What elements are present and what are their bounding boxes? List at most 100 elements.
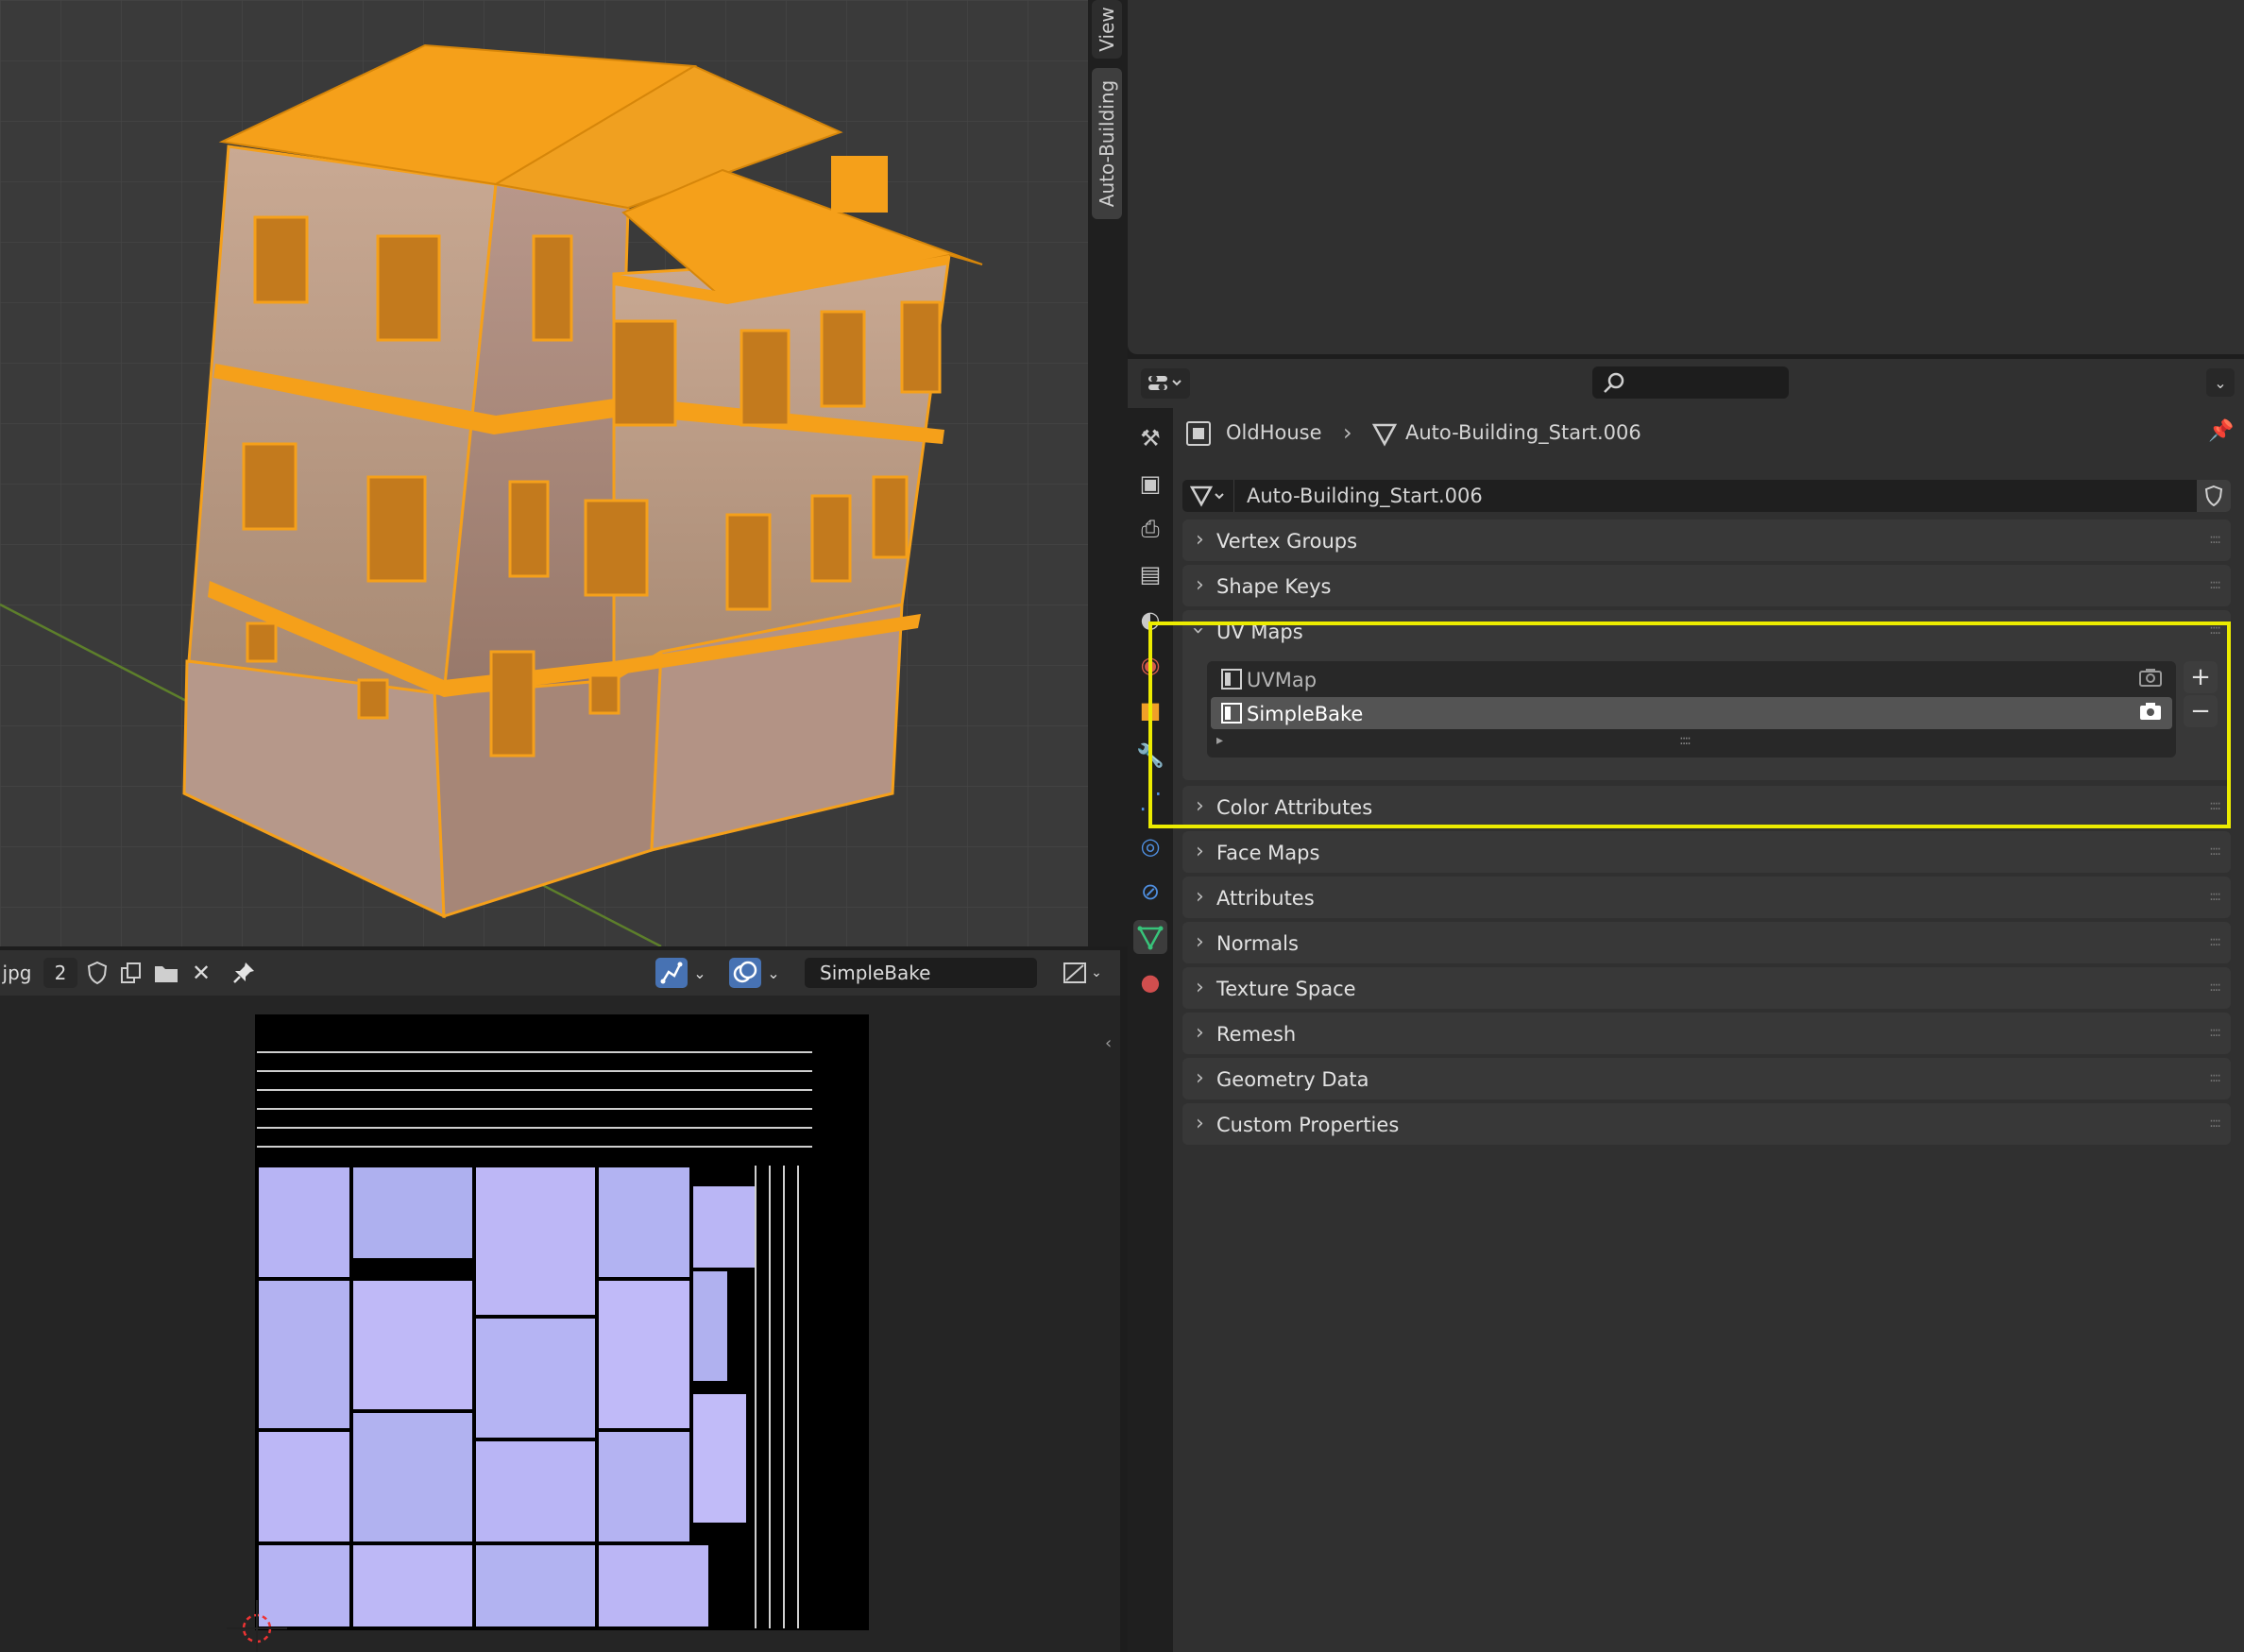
uv-islands	[255, 1164, 759, 1630]
data-icon[interactable]	[1133, 920, 1167, 954]
fake-user-shield-icon[interactable]	[2197, 480, 2231, 512]
drag-handle-icon[interactable]: ::::	[2209, 934, 2221, 949]
outliner-area[interactable]	[1128, 0, 2244, 354]
tab-auto-building[interactable]: Auto-Building	[1092, 68, 1122, 219]
list-filter-toggle[interactable]: ▸	[1216, 733, 1223, 748]
collapse-sidebar-icon[interactable]: ‹	[1105, 1033, 1112, 1053]
camera-icon[interactable]	[2138, 701, 2163, 727]
drag-handle-icon[interactable]: ::::	[2209, 532, 2221, 547]
3d-viewport[interactable]	[0, 0, 1088, 946]
building-model[interactable]	[182, 43, 983, 919]
breadcrumb: OldHouse › Auto-Building_Start.006 📌	[1186, 419, 2234, 450]
tab-view[interactable]: View	[1092, 0, 1122, 59]
uv-editor[interactable]: jpg 2 ✕ ⌄ ⌄ SimpleBake ⌄ ‹	[0, 950, 1120, 1652]
chevron-right-icon: ›	[1196, 573, 1204, 597]
chevron-right-icon: ›	[1196, 976, 1204, 999]
chevron-right-icon: ›	[1196, 1021, 1204, 1045]
chevron-down-icon[interactable]: ⌄	[689, 958, 710, 988]
panel-geometry-data[interactable]: › Geometry Data ::::	[1182, 1058, 2231, 1099]
options-dropdown[interactable]: ⌄	[2206, 368, 2235, 397]
chevron-down-icon[interactable]: ⌄	[763, 958, 784, 988]
panel-remesh[interactable]: › Remesh ::::	[1182, 1013, 2231, 1054]
list-item[interactable]: UVMap	[1211, 663, 2172, 695]
drag-handle-icon[interactable]: ::::	[2209, 889, 2221, 904]
drag-handle-icon[interactable]: ::::	[2209, 622, 2221, 638]
mesh-datablock-name[interactable]: Auto-Building_Start.006	[1247, 485, 1483, 507]
remove-uv-map-button[interactable]: −	[2184, 695, 2218, 727]
drag-handle-icon[interactable]: ::::	[2209, 1025, 2221, 1040]
mesh-browse-icon[interactable]	[1190, 484, 1228, 508]
close-icon[interactable]: ✕	[185, 958, 217, 988]
editor-type-menu[interactable]	[1141, 368, 1190, 399]
properties-editor[interactable]: ⌄ ⚒ ▣ ⎙ ▤ ◐ ◉ ■ 🔧 ⋰ ◎ ⊘ ● OldHouse › Aut…	[1128, 359, 2244, 1652]
view-layer-icon[interactable]: ▤	[1133, 557, 1167, 591]
camera-icon[interactable]	[2138, 667, 2163, 693]
panel-normals[interactable]: › Normals ::::	[1182, 922, 2231, 963]
uv-map-icon	[1220, 668, 1243, 696]
open-folder-icon[interactable]	[149, 958, 183, 988]
mesh-datablock-selector[interactable]: Auto-Building_Start.006	[1182, 480, 2231, 512]
drag-handle-icon[interactable]: ::::	[2209, 979, 2221, 995]
properties-tabs: ⚒ ▣ ⎙ ▤ ◐ ◉ ■ 🔧 ⋰ ◎ ⊘ ●	[1128, 408, 1173, 1652]
scene-icon[interactable]: ◐	[1133, 603, 1167, 637]
world-icon[interactable]: ◉	[1133, 648, 1167, 682]
particles-icon[interactable]: ⋰	[1133, 784, 1167, 818]
uv-map-name[interactable]: SimpleBake	[1247, 703, 1363, 725]
image-users-count[interactable]: 2	[43, 958, 77, 988]
physics-icon[interactable]: ◎	[1133, 829, 1167, 863]
drag-handle-icon[interactable]: ::::	[2209, 1116, 2221, 1131]
chevron-right-icon: ›	[1196, 528, 1204, 552]
drag-handle-icon[interactable]: ::::	[2209, 577, 2221, 592]
uv-map-selector[interactable]: SimpleBake	[805, 958, 1037, 988]
overlay-icon[interactable]	[729, 958, 761, 988]
add-uv-map-button[interactable]: +	[2184, 661, 2218, 693]
mesh-data-icon	[1371, 423, 1398, 447]
render-icon[interactable]: ▣	[1133, 467, 1167, 501]
panel-attributes[interactable]: › Attributes ::::	[1182, 877, 2231, 918]
properties-content: OldHouse › Auto-Building_Start.006 📌 Aut…	[1173, 408, 2244, 1652]
uv-image	[227, 1014, 869, 1652]
chevron-right-icon: ›	[1196, 930, 1204, 954]
uv-map-name[interactable]: UVMap	[1247, 669, 1317, 691]
drag-handle-icon[interactable]: ::::	[2209, 1070, 2221, 1085]
output-icon[interactable]: ⎙	[1133, 512, 1167, 546]
list-item-selected[interactable]: SimpleBake	[1211, 697, 2172, 729]
panel-uv-maps[interactable]: › UV Maps :::: UVMap SimpleBake ▸:::: +…	[1182, 610, 2231, 780]
uv-canvas[interactable]: ‹	[0, 996, 1120, 1652]
list-resize-handle[interactable]: ::::	[1679, 733, 1692, 748]
drag-handle-icon[interactable]: ::::	[2209, 843, 2221, 859]
constraints-icon[interactable]: ⊘	[1133, 875, 1167, 909]
pin-icon[interactable]	[227, 958, 261, 988]
tool-icon[interactable]: ⚒	[1133, 421, 1167, 455]
image-name-field[interactable]: jpg	[0, 958, 34, 988]
material-icon[interactable]: ●	[1133, 965, 1167, 999]
breadcrumb-separator: ›	[1343, 419, 1352, 446]
panel-vertex-groups[interactable]: › Vertex Groups ::::	[1182, 519, 2231, 561]
panel-color-attributes[interactable]: › Color Attributes ::::	[1182, 786, 2231, 827]
drag-handle-icon[interactable]: ::::	[2209, 798, 2221, 813]
chevron-right-icon: ›	[1196, 794, 1204, 818]
panel-face-maps[interactable]: › Face Maps ::::	[1182, 831, 2231, 873]
search-input[interactable]	[1592, 366, 1789, 399]
fake-user-shield-icon[interactable]	[81, 958, 113, 988]
modifier-icon[interactable]: 🔧	[1133, 739, 1167, 773]
panel-texture-space[interactable]: › Texture Space ::::	[1182, 967, 2231, 1009]
breadcrumb-object: OldHouse	[1226, 421, 1322, 444]
breadcrumb-mesh: Auto-Building_Start.006	[1405, 421, 1641, 444]
uv-sync-icon[interactable]	[655, 958, 688, 988]
duplicate-icon[interactable]	[115, 958, 147, 988]
chevron-right-icon: ›	[1196, 840, 1204, 863]
pin-icon[interactable]: 📌	[2208, 419, 2234, 443]
properties-header: ⌄	[1128, 359, 2244, 408]
object-icon[interactable]: ■	[1133, 693, 1167, 727]
blender-window: View Auto-Building jpg 2 ✕ ⌄ ⌄ SimpleBak…	[0, 0, 2244, 1652]
chevron-right-icon: ›	[1196, 885, 1204, 909]
image-mode-icon[interactable]: ⌄	[1058, 958, 1107, 988]
panel-shape-keys[interactable]: › Shape Keys ::::	[1182, 565, 2231, 606]
chevron-right-icon: ›	[1196, 1112, 1204, 1135]
sidebar-tabs: View Auto-Building	[1088, 0, 1128, 946]
panel-custom-properties[interactable]: › Custom Properties ::::	[1182, 1103, 2231, 1145]
chevron-down-icon: ›	[1185, 626, 1210, 635]
search-icon	[1604, 372, 1624, 393]
object-type-icon	[1186, 421, 1211, 446]
